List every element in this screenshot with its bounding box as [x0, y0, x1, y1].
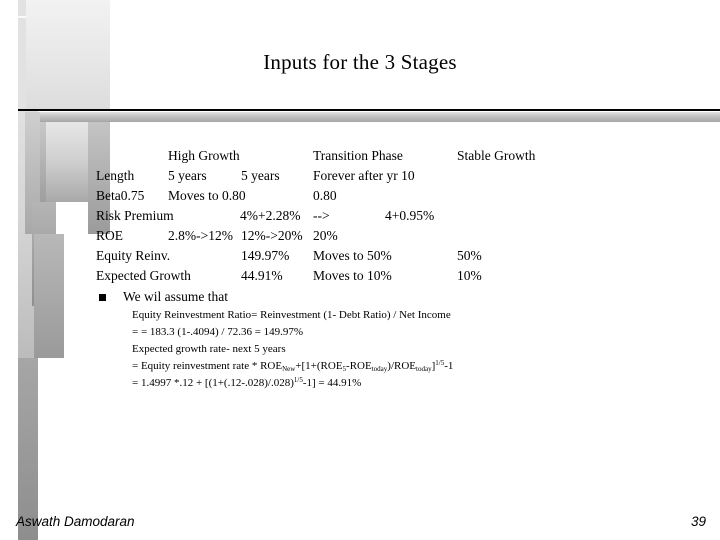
footer-author: Aswath Damodaran	[16, 514, 135, 529]
formula-part: )/ROE	[387, 360, 417, 372]
formula-part: = Equity reinvestment rate * ROE	[132, 360, 283, 372]
note-line-1: Equity Reinvestment Ratio= Reinvestment …	[132, 309, 451, 321]
cell-roe-c1: 2.8%->12%	[168, 228, 233, 243]
bullet-text: We wil assume that	[123, 289, 229, 304]
row-label-beta: Beta0.75	[96, 186, 144, 206]
page-number: 39	[690, 514, 706, 529]
cell-equity-reinv-c2: 149.97%	[241, 248, 290, 263]
note-line-2: = = 183.3 (1-.4094) / 72.36 = 149.97%	[132, 326, 304, 338]
formula-subscript: today	[371, 365, 388, 373]
note-line-4: = Equity reinvestment rate * ROENew+[1+(…	[132, 358, 453, 375]
header-stable-growth: Stable Growth	[457, 148, 536, 163]
row-label-equity-reinv: Equity Reinv.	[96, 248, 171, 263]
header-transition-phase: Transition Phase	[313, 148, 403, 163]
decorative-bar	[46, 120, 88, 202]
slide-title: Inputs for the 3 Stages	[263, 50, 457, 74]
decorative-bar	[34, 234, 64, 358]
formula-subscript: today	[416, 365, 432, 373]
cell-risk-premium-c2: 4%+2.28%	[240, 208, 301, 223]
header-high-growth: High Growth	[168, 148, 240, 163]
beta-label: Beta	[96, 188, 121, 203]
cell-beta-c3: 0.80	[313, 188, 337, 203]
cell-beta-c2: Moves to 0.80	[168, 188, 246, 203]
formula-superscript: 1/5	[435, 359, 445, 367]
title-divider-line	[18, 109, 720, 111]
formula-part: -1] = 44.91%	[302, 377, 362, 389]
formula-part: -1	[444, 360, 454, 372]
formula-part: +[1+(ROE	[295, 360, 343, 372]
row-label-risk-premium: Risk Premium	[96, 208, 174, 223]
cell-expected-growth-c4: 10%	[457, 268, 482, 283]
cell-equity-reinv-c3: Moves to 50%	[313, 248, 392, 263]
cell-risk-premium-c3: -->	[313, 208, 330, 223]
cell-expected-growth-c3: Moves to 10%	[313, 268, 392, 283]
row-label-expected-growth: Expected Growth	[96, 268, 191, 283]
cell-length-c1: 5 years	[168, 168, 207, 183]
formula-subscript: New	[282, 365, 296, 373]
cell-equity-reinv-c4: 50%	[457, 248, 482, 263]
cell-beta-c1: 0.75	[120, 188, 145, 203]
note-line-3: Expected growth rate- next 5 years	[132, 343, 286, 355]
decorative-tick	[18, 16, 26, 18]
row-label-length: Length	[96, 168, 135, 183]
cell-risk-premium-c4: 4+0.95%	[385, 208, 435, 223]
decorative-bar	[18, 358, 38, 540]
cell-expected-growth-c2: 44.91%	[241, 268, 283, 283]
note-line-5: = 1.4997 *.12 + [(1+(.12-.028)/.028)1/5-…	[132, 375, 361, 392]
cell-roe-c3: 20%	[313, 228, 338, 243]
cell-roe-c2: 12%->20%	[241, 228, 303, 243]
row-label-roe: ROE	[96, 228, 123, 243]
bullet-square-icon	[99, 294, 106, 301]
formula-part: = 1.4997 *.12 + [(1+(.12-.028)/.028)	[132, 377, 294, 389]
title-divider-bar	[40, 112, 720, 122]
formula-superscript: 1/5	[293, 376, 303, 384]
cell-length-c2: 5 years	[241, 168, 280, 183]
cell-length-c3: Forever after yr 10	[313, 168, 415, 183]
formula-part: -ROE	[346, 360, 372, 372]
